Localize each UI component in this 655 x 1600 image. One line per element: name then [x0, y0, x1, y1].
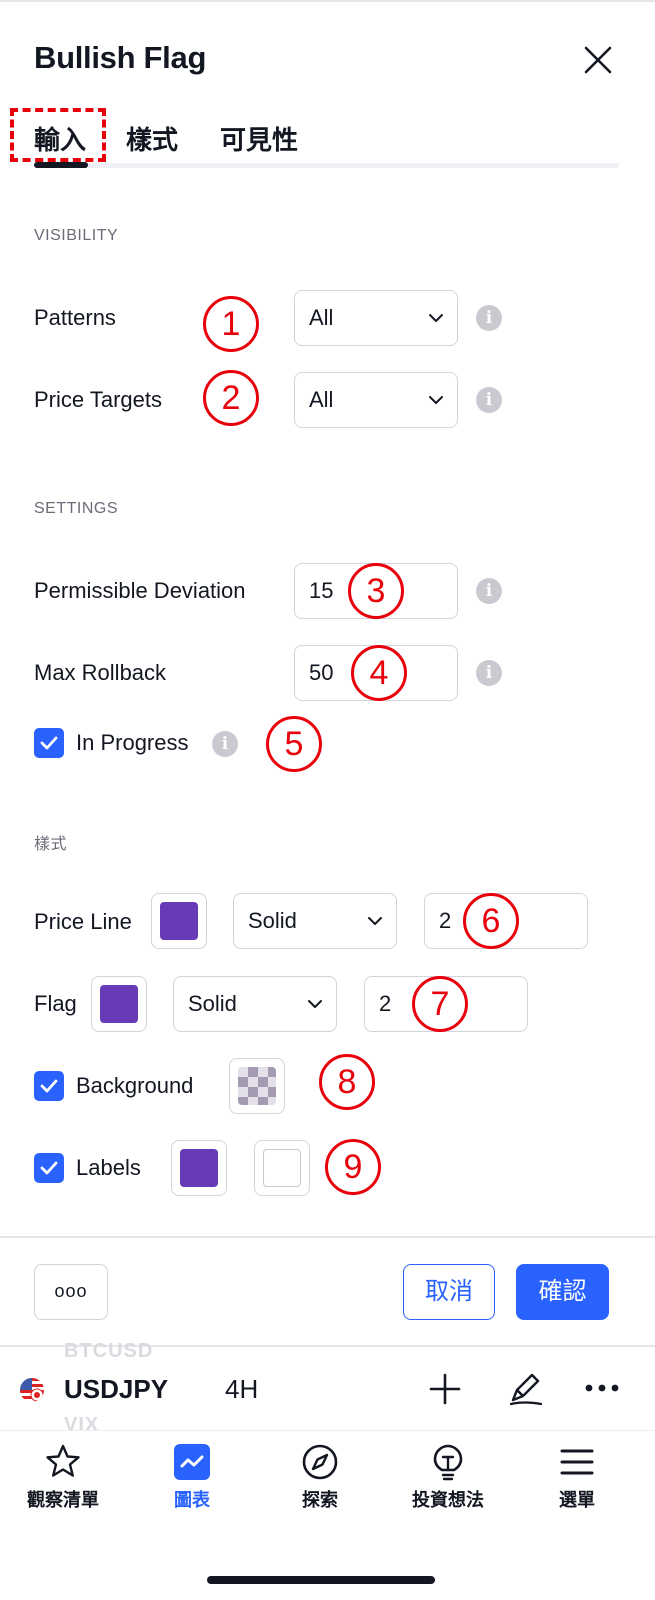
background-color-swatch[interactable] [229, 1058, 285, 1114]
in-progress-label: In Progress [76, 730, 189, 755]
indicator-settings-screen: Bullish Flag 輸入 樣式 可見性 VISIBILITY Patter… [0, 0, 655, 1600]
chart-icon [172, 1442, 212, 1482]
tab-style[interactable]: 樣式 [126, 120, 178, 157]
home-indicator [207, 1576, 435, 1584]
flag-style-select[interactable]: Solid [173, 976, 337, 1032]
nav-label: 觀察清單 [27, 1490, 99, 1510]
nav-label: 探索 [302, 1490, 338, 1510]
tab-active-indicator [34, 162, 88, 168]
transparent-checker [238, 1067, 276, 1105]
nav-label: 圖表 [174, 1490, 210, 1510]
section-settings: SETTINGS [34, 500, 119, 517]
flag-style-value: Solid [188, 991, 237, 1016]
annotation-badge: 6 [463, 893, 519, 949]
labels-text-color-swatch[interactable] [254, 1140, 310, 1196]
flag-width-value: 2 [379, 991, 392, 1016]
prev-symbol: BTCUSD [64, 1340, 154, 1362]
labels-label: Labels [76, 1155, 141, 1180]
permissible-deviation-value: 15 [309, 578, 334, 603]
more-button[interactable]: ooo [34, 1264, 108, 1320]
cancel-button[interactable]: 取消 [403, 1264, 495, 1320]
labels-color-swatch[interactable] [171, 1140, 227, 1196]
plus-icon[interactable] [428, 1372, 462, 1406]
in-progress-checkbox[interactable] [34, 728, 64, 758]
price-targets-label: Price Targets [34, 387, 162, 412]
tab-track [34, 163, 619, 168]
permissible-deviation-label: Permissible Deviation [34, 578, 246, 603]
patterns-select[interactable]: All [294, 290, 458, 346]
info-icon[interactable]: i [476, 387, 502, 413]
annotation-badge: 7 [412, 976, 468, 1032]
more-dots-icon[interactable] [584, 1376, 620, 1400]
price-targets-value: All [309, 387, 334, 412]
nav-label: 投資想法 [412, 1490, 484, 1510]
color-fill [100, 985, 138, 1023]
interval-button[interactable]: 4H [225, 1374, 258, 1405]
chevron-down-icon [306, 995, 324, 1013]
chevron-down-icon [427, 309, 445, 327]
nav-divider [0, 1430, 655, 1431]
nav-label: 選單 [559, 1490, 595, 1510]
menu-icon [557, 1442, 597, 1482]
tab-visibility[interactable]: 可見性 [220, 120, 298, 157]
nav-menu[interactable]: 選單 [522, 1440, 632, 1520]
us-flag-icon [20, 1378, 44, 1402]
nav-chart[interactable]: 圖表 [137, 1440, 247, 1520]
nav-ideas[interactable]: 投資想法 [393, 1440, 503, 1520]
annotation-badge: 4 [351, 645, 407, 701]
next-symbol: VIX [64, 1414, 100, 1436]
flag-label: Flag [34, 991, 77, 1016]
flag-color-swatch[interactable] [91, 976, 147, 1032]
price-line-width-value: 2 [439, 908, 452, 933]
annotation-badge: 5 [266, 716, 322, 772]
price-targets-select[interactable]: All [294, 372, 458, 428]
price-line-label: Price Line [34, 909, 132, 934]
price-line-color-swatch[interactable] [151, 893, 207, 949]
info-icon[interactable]: i [212, 731, 238, 757]
dialog-title: Bullish Flag [34, 40, 207, 75]
star-icon [43, 1442, 83, 1482]
top-border [0, 0, 655, 4]
annotation-badge: 3 [348, 563, 404, 619]
color-fill [180, 1149, 218, 1187]
draw-pen-icon[interactable] [505, 1368, 545, 1408]
background-label: Background [76, 1073, 194, 1098]
close-icon[interactable] [578, 40, 618, 80]
max-rollback-label: Max Rollback [34, 660, 167, 685]
price-line-style-value: Solid [248, 908, 297, 933]
nav-watchlist[interactable]: 觀察清單 [8, 1440, 118, 1520]
annotation-badge: 1 [203, 296, 259, 352]
chevron-down-icon [427, 391, 445, 409]
chevron-down-icon [366, 912, 384, 930]
color-fill [160, 902, 198, 940]
price-line-style-select[interactable]: Solid [233, 893, 397, 949]
annotation-dashed-box [10, 108, 106, 162]
max-rollback-value: 50 [309, 660, 334, 685]
patterns-value: All [309, 305, 334, 330]
annotation-badge: 8 [319, 1054, 375, 1110]
annotation-badge: 9 [325, 1139, 381, 1195]
labels-checkbox[interactable] [34, 1153, 64, 1183]
annotation-badge: 2 [203, 370, 259, 426]
section-style: 樣式 [34, 836, 68, 853]
lightbulb-icon [428, 1442, 468, 1482]
info-icon[interactable]: i [476, 305, 502, 331]
info-icon[interactable]: i [476, 578, 502, 604]
nav-explore[interactable]: 探索 [265, 1440, 375, 1520]
info-icon[interactable]: i [476, 660, 502, 686]
color-fill [263, 1149, 301, 1187]
background-checkbox[interactable] [34, 1071, 64, 1101]
patterns-label: Patterns [34, 305, 116, 330]
section-visibility: VISIBILITY [34, 227, 119, 244]
symbol-name[interactable]: USDJPY [64, 1374, 168, 1405]
footer-divider [0, 1236, 655, 1238]
confirm-button[interactable]: 確認 [516, 1264, 609, 1320]
compass-icon [300, 1442, 340, 1482]
